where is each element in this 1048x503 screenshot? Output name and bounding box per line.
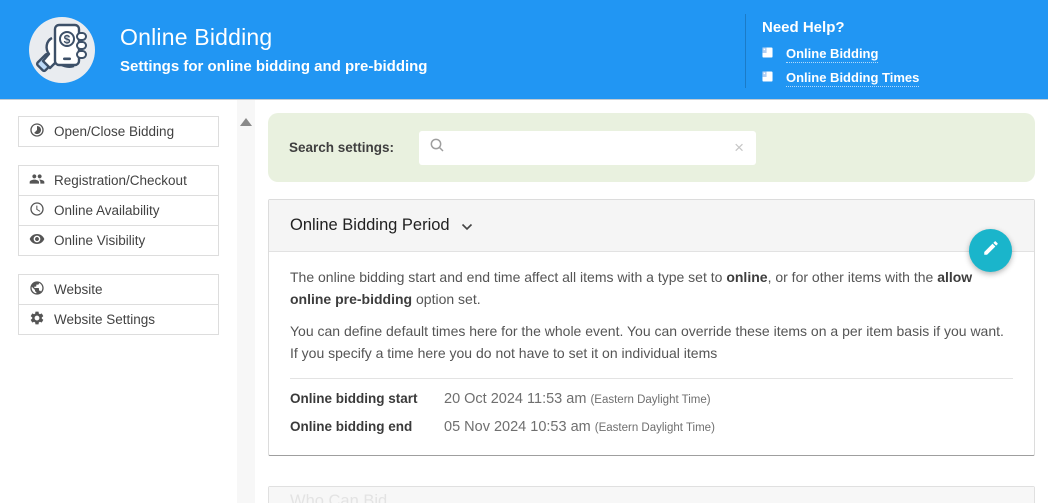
card-title: Online Bidding Period	[290, 216, 450, 235]
sidebar-item-label: Online Availability	[54, 203, 160, 218]
search-settings-panel: Search settings: ×	[268, 113, 1035, 182]
sidebar-item-online-visibility[interactable]: Online Visibility	[18, 225, 219, 256]
sidebar-item-label: Open/Close Bidding	[54, 124, 174, 139]
card-header-who-can-bid[interactable]: Who Can Bid	[269, 487, 1034, 503]
scroll-up-arrow-icon[interactable]	[240, 118, 252, 126]
need-help-heading: Need Help?	[762, 19, 919, 36]
field-label: Online bidding end	[290, 419, 444, 434]
timezone-note: (Eastern Daylight Time)	[590, 394, 710, 406]
field-value: 05 Nov 2024 10:53 am (Eastern Daylight T…	[444, 419, 715, 435]
page-title: Online Bidding	[120, 24, 427, 51]
sidebar-item-website-settings[interactable]: Website Settings	[18, 304, 219, 335]
people-icon	[29, 171, 45, 190]
sidebar-item-website[interactable]: Website	[18, 274, 219, 305]
help-link-online-bidding[interactable]: Online Bidding	[762, 45, 919, 63]
sidebar-item-online-availability[interactable]: Online Availability	[18, 195, 219, 226]
sidebar-item-label: Website Settings	[54, 312, 155, 327]
edit-button[interactable]	[969, 229, 1012, 272]
settings-sidebar: Open/Close Bidding Registration/Checkout…	[0, 100, 237, 503]
need-help-block: Need Help? Online Bidding Online Bidding…	[762, 19, 919, 93]
book-icon	[762, 69, 773, 87]
svg-text:$: $	[64, 32, 71, 46]
who-can-bid-card: Who Can Bid	[268, 486, 1035, 503]
body-row: Open/Close Bidding Registration/Checkout…	[0, 100, 1048, 503]
hand-holding-phone-dollar-icon: $	[28, 16, 96, 84]
pencil-icon	[982, 239, 1000, 262]
eye-icon	[29, 231, 45, 250]
help-separator	[745, 14, 746, 88]
globe-icon	[29, 280, 45, 299]
sidebar-item-open-close-bidding[interactable]: Open/Close Bidding	[18, 116, 219, 147]
sidebar-scrollbar[interactable]	[237, 100, 255, 503]
divider	[290, 378, 1013, 379]
card-body: The online bidding start and end time af…	[269, 252, 1034, 455]
help-link-label[interactable]: Online Bidding	[786, 46, 878, 63]
sidebar-item-label: Website	[54, 282, 103, 297]
app-header: $ Online Bidding Settings for online bid…	[0, 0, 1048, 100]
search-input[interactable]	[445, 140, 732, 156]
help-link-label[interactable]: Online Bidding Times	[786, 70, 919, 87]
search-box[interactable]: ×	[419, 131, 756, 165]
note-paragraph: You can define default times here for th…	[290, 320, 1013, 364]
timelapse-icon	[29, 122, 45, 141]
intro-paragraph: The online bidding start and end time af…	[290, 266, 1013, 310]
card-header-online-bidding-period[interactable]: Online Bidding Period	[269, 200, 1034, 252]
help-link-online-bidding-times[interactable]: Online Bidding Times	[762, 69, 919, 87]
sidebar-group-website: Website Website Settings	[18, 274, 219, 335]
gear-icon	[29, 310, 45, 329]
field-online-bidding-end: Online bidding end 05 Nov 2024 10:53 am …	[290, 419, 1013, 435]
main-content: Search settings: × Online Biddin	[255, 100, 1048, 503]
chevron-down-icon	[461, 218, 473, 236]
online-bidding-period-card: Online Bidding Period The online bidding…	[268, 199, 1035, 456]
clock-icon	[29, 201, 45, 220]
field-online-bidding-start: Online bidding start 20 Oct 2024 11:53 a…	[290, 391, 1013, 407]
sidebar-item-label: Online Visibility	[54, 233, 145, 248]
book-icon	[762, 45, 773, 63]
card-title: Who Can Bid	[290, 492, 387, 503]
sidebar-group-online: Registration/Checkout Online Availabilit…	[18, 165, 219, 256]
sidebar-item-label: Registration/Checkout	[54, 173, 187, 188]
online-bidding-settings-page: $ Online Bidding Settings for online bid…	[0, 0, 1048, 503]
sidebar-group-bidding: Open/Close Bidding	[18, 116, 219, 147]
timezone-note: (Eastern Daylight Time)	[595, 422, 715, 434]
search-icon	[429, 137, 445, 158]
sidebar-item-registration-checkout[interactable]: Registration/Checkout	[18, 165, 219, 196]
field-label: Online bidding start	[290, 391, 444, 406]
field-value: 20 Oct 2024 11:53 am (Eastern Daylight T…	[444, 391, 711, 407]
page-subtitle: Settings for online bidding and pre-bidd…	[120, 58, 427, 75]
search-settings-label: Search settings:	[289, 140, 394, 155]
header-titles: Online Bidding Settings for online biddi…	[120, 24, 427, 75]
clear-search-icon[interactable]: ×	[732, 139, 746, 156]
